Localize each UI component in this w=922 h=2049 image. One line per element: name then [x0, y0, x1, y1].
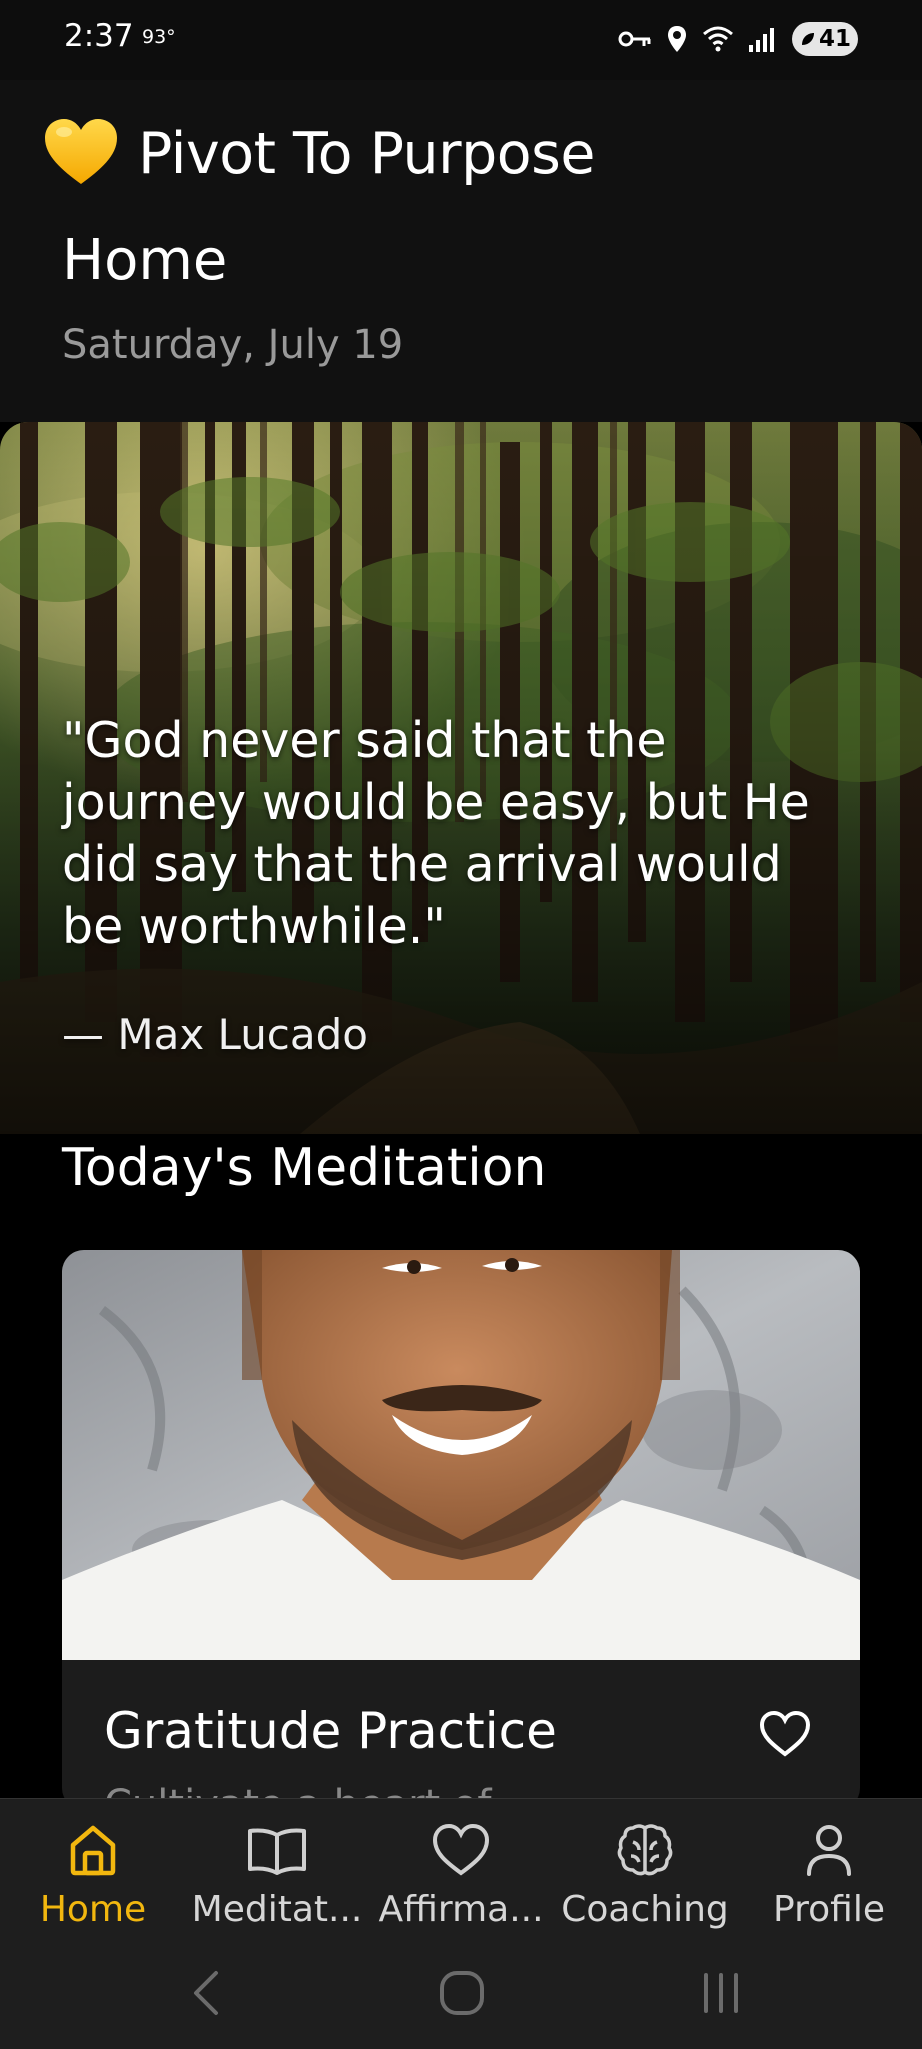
nav-item-coaching[interactable]: Coaching	[553, 1817, 737, 1937]
status-time: 2:37	[64, 18, 134, 54]
page-title: Home	[62, 228, 228, 293]
nav-label-meditations: Meditat...	[191, 1889, 363, 1930]
bottom-navigation: Home Meditat... Affirma... Coaching Prof…	[0, 1798, 922, 2049]
book-icon	[246, 1817, 308, 1883]
quote-text: "God never said that the journey would b…	[62, 712, 810, 955]
recents-icon[interactable]	[698, 1967, 744, 2023]
nav-item-affirmations[interactable]: Affirma...	[369, 1817, 553, 1937]
system-navigation-bar	[0, 1949, 922, 2049]
nav-label-home: Home	[39, 1889, 147, 1930]
app-title-row: Pivot To Purpose	[42, 116, 595, 192]
status-icons: 41	[618, 22, 858, 56]
nav-item-profile[interactable]: Profile	[737, 1817, 921, 1937]
home-icon	[67, 1817, 119, 1883]
back-icon[interactable]	[188, 1967, 224, 2023]
nav-label-coaching: Coaching	[561, 1889, 729, 1930]
nav-label-profile: Profile	[773, 1889, 885, 1930]
home-circle-icon[interactable]	[438, 1967, 486, 2023]
app-header: Pivot To Purpose Home Saturday, July 19	[0, 80, 922, 422]
signal-icon	[748, 25, 778, 53]
person-icon	[804, 1817, 854, 1883]
status-bar: 2:37 93° 41	[0, 0, 922, 80]
nav-item-meditations[interactable]: Meditat...	[185, 1817, 369, 1937]
meditation-card[interactable]: Gratitude Practice Cultivate a heart of	[62, 1250, 860, 1810]
location-icon	[666, 24, 688, 54]
battery-level: 41	[818, 26, 851, 52]
nav-items: Home Meditat... Affirma... Coaching Prof…	[0, 1799, 922, 1949]
section-title-meditation: Today's Meditation	[62, 1138, 547, 1198]
meditation-image	[62, 1250, 860, 1660]
wifi-icon	[702, 25, 734, 53]
brain-icon	[615, 1817, 675, 1883]
quote-author: — Max Lucado	[62, 1010, 368, 1059]
app-title: Pivot To Purpose	[138, 121, 595, 187]
status-temperature: 93°	[142, 26, 176, 48]
page-date: Saturday, July 19	[62, 322, 404, 368]
heart-icon	[431, 1817, 491, 1883]
nav-item-home[interactable]: Home	[1, 1817, 185, 1937]
nav-label-affirmations: Affirma...	[378, 1889, 544, 1930]
meditation-title: Gratitude Practice	[104, 1702, 557, 1760]
daily-quote-card[interactable]: "God never said that the journey would b…	[0, 422, 922, 1134]
battery-icon: 41	[792, 22, 858, 56]
yellow-heart-icon	[42, 116, 120, 192]
heart-outline-icon[interactable]	[758, 1710, 812, 1762]
key-icon	[618, 28, 652, 50]
